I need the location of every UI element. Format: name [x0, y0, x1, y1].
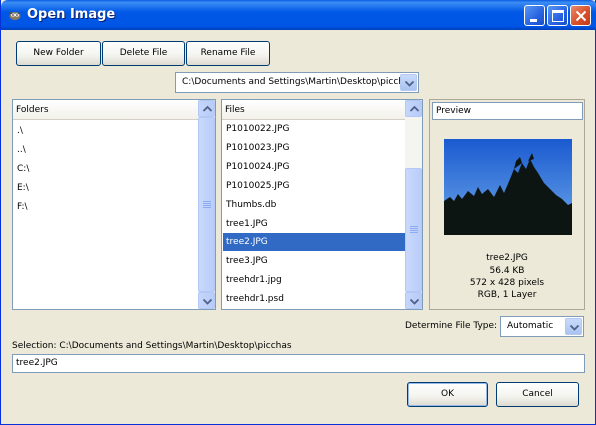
title-bar[interactable]: Open Image [1, 0, 596, 30]
files-scrollbar[interactable] [405, 100, 422, 309]
rename-file-label: Rename File [200, 48, 256, 58]
file-item-selected[interactable]: tree2.JPG [223, 233, 405, 251]
folder-item[interactable]: F:\ [14, 198, 28, 216]
preview-header-label: Preview [436, 106, 472, 116]
minimize-button[interactable] [524, 5, 545, 26]
preview-dimensions: 572 x 428 pixels [469, 278, 545, 288]
chevron-down-icon [569, 324, 580, 331]
rename-file-button[interactable]: Rename File [186, 41, 270, 66]
file-item[interactable]: tree1.JPG [223, 215, 405, 233]
file-item[interactable]: tree3.JPG [223, 252, 405, 270]
folders-scrollbar[interactable] [198, 100, 215, 309]
chevron-down-icon [409, 298, 420, 305]
file-type-label: Determine File Type: [405, 321, 498, 331]
open-image-dialog: Open Image New Folder Delete File Rename… [0, 0, 596, 425]
files-panel: Files P1010022.JPG P1010023.JPG P1010024… [221, 99, 423, 310]
chevron-down-icon [404, 80, 415, 87]
files-header-label: Files [225, 105, 245, 115]
preview-toggle-button[interactable]: Preview [432, 102, 583, 120]
maximize-button[interactable] [547, 5, 568, 26]
file-item[interactable]: P1010025.JPG [223, 177, 405, 195]
folder-item[interactable]: E:\ [14, 179, 29, 197]
file-type-dropdown-button[interactable] [565, 318, 582, 335]
file-item[interactable]: P1010024.JPG [223, 158, 405, 176]
preview-mode: RGB, 1 Layer [477, 290, 537, 300]
preview-panel: Preview tree2.JPG 56.4 KB 572 x 428 pixe… [429, 99, 585, 310]
file-item[interactable]: P1010022.JPG [223, 120, 405, 138]
selection-input[interactable]: tree2.JPG [12, 354, 585, 373]
chevron-up-icon [202, 105, 213, 112]
new-folder-button[interactable]: New Folder [16, 41, 101, 66]
close-button[interactable] [570, 5, 591, 26]
folder-item[interactable]: ..\ [14, 141, 26, 159]
scroll-up-button[interactable] [405, 100, 422, 117]
path-combo[interactable]: C:\Documents and Settings\Martin\Desktop… [175, 72, 419, 93]
file-item[interactable]: P1010023.JPG [223, 139, 405, 157]
file-item[interactable]: Thumbs.db [223, 196, 405, 214]
folders-header-label: Folders [16, 105, 49, 115]
delete-file-label: Delete File [119, 48, 168, 58]
delete-file-button[interactable]: Delete File [102, 41, 185, 66]
new-folder-label: New Folder [33, 48, 84, 58]
chevron-down-icon [202, 298, 213, 305]
path-combo-value: C:\Documents and Settings\Martin\Desktop… [182, 77, 415, 87]
gimp-icon[interactable] [8, 8, 22, 22]
files-header[interactable]: Files [222, 100, 405, 120]
close-icon [575, 10, 587, 22]
file-item[interactable]: treehdr1.jpg [223, 271, 405, 289]
scroll-thumb[interactable] [198, 117, 215, 292]
ok-button[interactable]: OK [407, 382, 488, 407]
preview-filename: tree2.JPG [486, 253, 528, 263]
folders-header[interactable]: Folders [13, 100, 198, 120]
folders-panel: Folders .\ ..\ C:\ E:\ F:\ [12, 99, 216, 310]
ok-label: OK [441, 389, 454, 399]
selection-label: Selection: C:\Documents and Settings\Mar… [12, 341, 292, 351]
scroll-down-button[interactable] [405, 292, 422, 309]
scroll-thumb[interactable] [405, 168, 422, 292]
preview-filesize: 56.4 KB [489, 266, 525, 276]
maximize-icon [552, 10, 564, 22]
chevron-up-icon [409, 105, 420, 112]
scroll-up-button[interactable] [198, 100, 215, 117]
file-type-value: Automatic [507, 321, 554, 331]
file-type-combo[interactable]: Automatic [500, 316, 584, 337]
folder-item[interactable]: .\ [14, 122, 23, 140]
cancel-button[interactable]: Cancel [496, 382, 579, 407]
minimize-icon [530, 19, 537, 22]
scroll-down-button[interactable] [198, 292, 215, 309]
preview-thumbnail [444, 139, 572, 235]
file-item[interactable]: treehdr1.psd [223, 290, 405, 308]
window-title: Open Image [27, 7, 116, 22]
folder-item[interactable]: C:\ [14, 160, 29, 178]
cancel-label: Cancel [522, 389, 553, 399]
path-combo-dropdown-button[interactable] [400, 74, 417, 91]
